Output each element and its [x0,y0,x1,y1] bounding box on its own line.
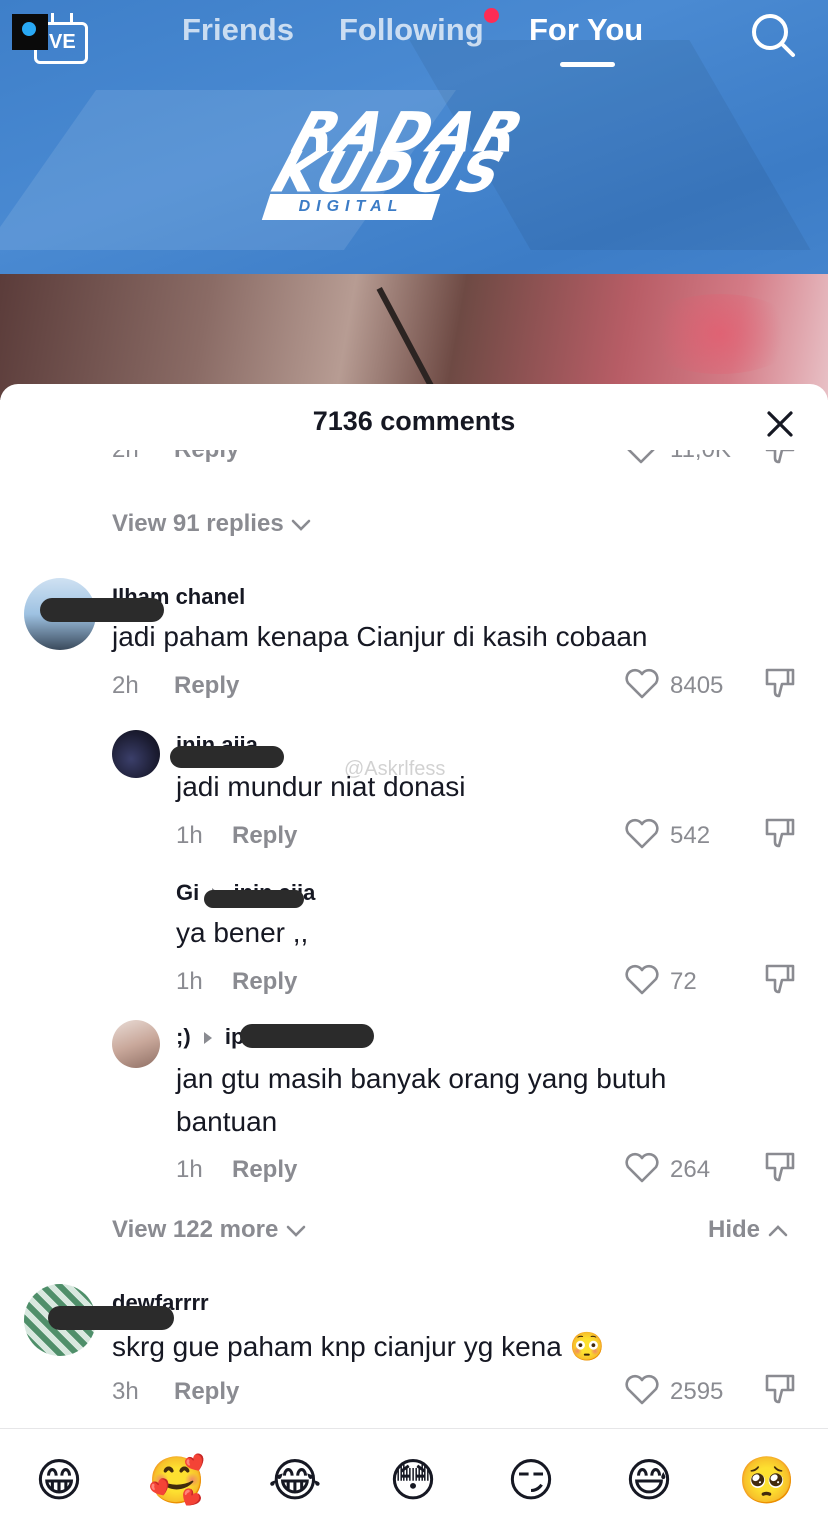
heart-icon[interactable] [624,1152,660,1184]
like-count: 2595 [670,1378,724,1405]
reply-button[interactable]: Reply [232,1156,297,1184]
reply-text: jan gtu masih banyak orang yang butuh [176,1063,667,1094]
reply-text: jadi mundur niat donasi [176,771,466,802]
heart-icon[interactable] [624,1374,660,1406]
live-label: VE [49,31,76,53]
photo-detail [376,256,514,400]
logo-sub-banner: DIGITAL [261,194,441,220]
comments-count-title: 7136 comments [312,406,516,436]
emoji-hearts-button[interactable]: 🥰 [148,1451,206,1509]
tab-friends[interactable]: Friends [182,12,294,56]
live-button[interactable]: VE [10,10,88,64]
comment-time: 2h [112,672,139,699]
view-more-label: View 122 more [112,1216,279,1243]
avatar[interactable] [112,730,160,778]
logo-sub-text: DIGITAL [298,198,404,215]
like-count: 72 [670,968,697,995]
comments-list[interactable]: 2h Reply 11,0K View 91 replies Ilham cha… [0,450,828,1426]
avatar[interactable] [112,1020,160,1068]
dislike-icon[interactable] [764,666,796,700]
heart-icon[interactable] [624,668,660,700]
comments-sheet: 7136 comments 2h Reply 11,0K View 91 rep… [0,384,828,1538]
heart-icon[interactable] [624,818,660,850]
emoji-quick-bar: 😁 🥰 😂 😳 😏 😅 🥺 [0,1428,828,1538]
emoji-sweat-smile-button[interactable]: 😅 [620,1451,678,1509]
caret-right-icon [203,1025,213,1051]
dislike-icon[interactable] [764,1372,796,1406]
reply-time: 1h [176,822,203,849]
reply-button[interactable]: Reply [232,968,297,996]
comment-time: 3h [112,1378,139,1405]
like-count: 542 [670,822,711,849]
reply-button[interactable]: Reply [232,822,297,850]
emoji-grin-button[interactable]: 😁 [30,1451,88,1509]
reply-text: ya bener ,, [176,917,309,948]
emoji-laugh-button[interactable]: 😂 [266,1451,324,1509]
reply-username[interactable]: Gi [176,880,199,905]
hide-replies-link[interactable]: Hide [708,1216,789,1245]
tab-for-you[interactable]: For You [529,12,643,67]
dislike-icon[interactable] [764,962,796,996]
redaction-mark [204,890,304,908]
redaction-mark [240,1024,374,1048]
comment-text: jadi paham kenapa Cianjur di kasih cobaa… [112,621,648,652]
reply-text-continued: bantuan [176,1106,278,1137]
logo-line: KUDUS [265,141,513,205]
heart-icon[interactable] [624,964,660,996]
view-more-link[interactable]: View 122 more [112,1216,307,1245]
dislike-icon[interactable] [764,450,796,466]
comment-time: 2h [112,450,139,464]
chevron-down-icon [290,511,312,539]
reply-button[interactable]: Reply [174,1378,239,1406]
like-count: 8405 [670,672,724,699]
reply-button[interactable]: Reply [174,672,239,700]
chevron-down-icon [285,1217,307,1245]
reply-username[interactable]: ;) [176,1024,191,1049]
reply-time: 1h [176,968,203,995]
reply-button[interactable]: Reply [174,450,239,464]
view-replies-link[interactable]: View 91 replies [112,510,312,539]
like-count: 264 [670,1156,711,1183]
redaction-mark [170,746,284,768]
close-icon[interactable] [764,408,796,440]
tab-following[interactable]: Following [339,12,484,56]
dislike-icon[interactable] [764,1150,796,1184]
live-avatar [12,14,48,50]
comment-text: skrg gue paham knp cianjur yg kena 😳 [112,1331,605,1362]
search-icon[interactable] [748,10,798,60]
view-replies-label: View 91 replies [112,510,284,537]
emoji-smirk-button[interactable]: 😏 [502,1451,560,1509]
dislike-icon[interactable] [764,816,796,850]
reply-username-line: ;) ip [176,1024,244,1051]
emoji-pleading-button[interactable]: 🥺 [738,1451,796,1509]
video-player[interactable]: RADAR KUDUS DIGITAL [0,0,828,400]
like-count: 11,0K [670,450,731,464]
emoji-flushed-button[interactable]: 😳 [384,1451,442,1509]
notification-dot [484,8,499,23]
antenna-shape [51,13,73,25]
video-photo-frame [0,256,828,400]
radar-kudus-logo: RADAR KUDUS DIGITAL [261,101,568,222]
photo-detail [640,294,800,374]
hide-label: Hide [708,1216,761,1243]
chevron-up-icon [767,1217,789,1245]
reply-time: 1h [176,1156,203,1183]
heart-icon[interactable] [624,450,658,464]
